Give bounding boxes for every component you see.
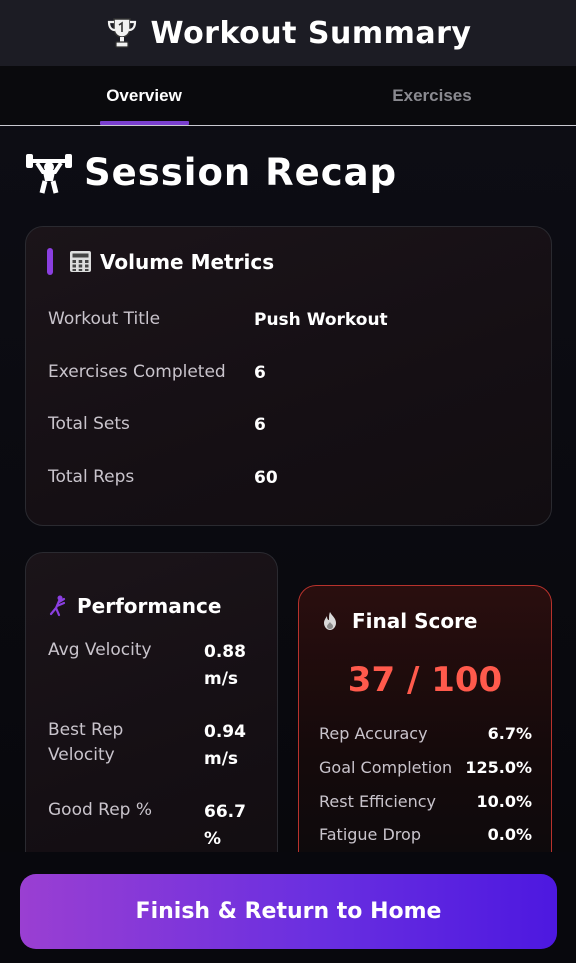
- performance-header: Performance: [47, 594, 221, 618]
- header-title: Workout Summary: [105, 16, 472, 51]
- section-title-text: Session Recap: [84, 150, 398, 194]
- score-label-fatigue-drop: Fatigue Drop: [319, 825, 421, 844]
- final-score-title: Final Score: [352, 609, 478, 633]
- metric-label-exercises-completed: Exercises Completed: [48, 362, 226, 382]
- perf-label-good-rep: Good Rep %: [48, 800, 153, 820]
- volume-metrics-title: Volume Metrics: [100, 249, 275, 274]
- perf-unit-good-rep: %: [204, 829, 222, 849]
- perf-value-best-rep: 0.94: [204, 722, 246, 742]
- finish-return-home-button[interactable]: Finish & Return to Home: [20, 874, 557, 949]
- score-value-rep-accuracy: 6.7%: [487, 724, 532, 743]
- score-label-rest-efficiency: Rest Efficiency: [319, 792, 437, 811]
- final-score-value: 37 / 100: [347, 660, 503, 700]
- metric-label-total-sets: Total Sets: [48, 414, 130, 434]
- accent-bar: [47, 248, 53, 275]
- tab-exercises-label: Exercises: [392, 85, 472, 105]
- kick-icon: [49, 595, 66, 617]
- perf-label-avg-velocity: Avg Velocity: [48, 640, 152, 660]
- perf-label-best-rep-line1: Best Rep: [48, 720, 124, 740]
- tab-overview[interactable]: Overview: [0, 66, 288, 125]
- trophy-icon: [107, 18, 136, 48]
- flame-icon: [324, 612, 336, 630]
- section-title: Session Recap: [26, 150, 397, 194]
- tab-overview-label: Overview: [106, 85, 182, 105]
- metric-value-total-reps: 60: [254, 468, 278, 488]
- calculator-icon: [70, 251, 91, 272]
- score-value-goal-completion: 125.0%: [465, 758, 532, 777]
- metric-value-exercises-completed: 6: [254, 363, 266, 383]
- metric-label-total-reps: Total Reps: [48, 467, 135, 487]
- score-label-rep-accuracy: Rep Accuracy: [319, 724, 428, 743]
- metric-value-workout-title: Push Workout: [254, 310, 388, 330]
- score-value-fatigue-drop: 0.0%: [487, 825, 532, 844]
- weightlifter-icon: [26, 154, 72, 194]
- perf-value-good-rep: 66.7: [204, 802, 246, 822]
- perf-unit-avg-velocity: m/s: [204, 669, 239, 689]
- metric-label-workout-title: Workout Title: [48, 309, 161, 329]
- app-header: Workout Summary: [0, 0, 576, 66]
- perf-value-avg-velocity: 0.88: [204, 642, 246, 662]
- finish-button-label: Finish & Return to Home: [135, 899, 442, 924]
- perf-label-best-rep-line2: Velocity: [48, 745, 115, 765]
- volume-metrics-header: Volume Metrics: [47, 248, 274, 275]
- active-tab-indicator: [100, 121, 189, 125]
- final-score-header: Final Score: [320, 609, 478, 633]
- header-title-text: Workout Summary: [150, 15, 472, 51]
- tab-exercises[interactable]: Exercises: [288, 66, 576, 125]
- perf-unit-best-rep: m/s: [204, 749, 239, 769]
- tab-bar: Overview Exercises: [0, 66, 576, 126]
- metric-value-total-sets: 6: [254, 415, 266, 435]
- performance-title: Performance: [77, 594, 222, 618]
- score-value-rest-efficiency: 10.0%: [476, 792, 532, 811]
